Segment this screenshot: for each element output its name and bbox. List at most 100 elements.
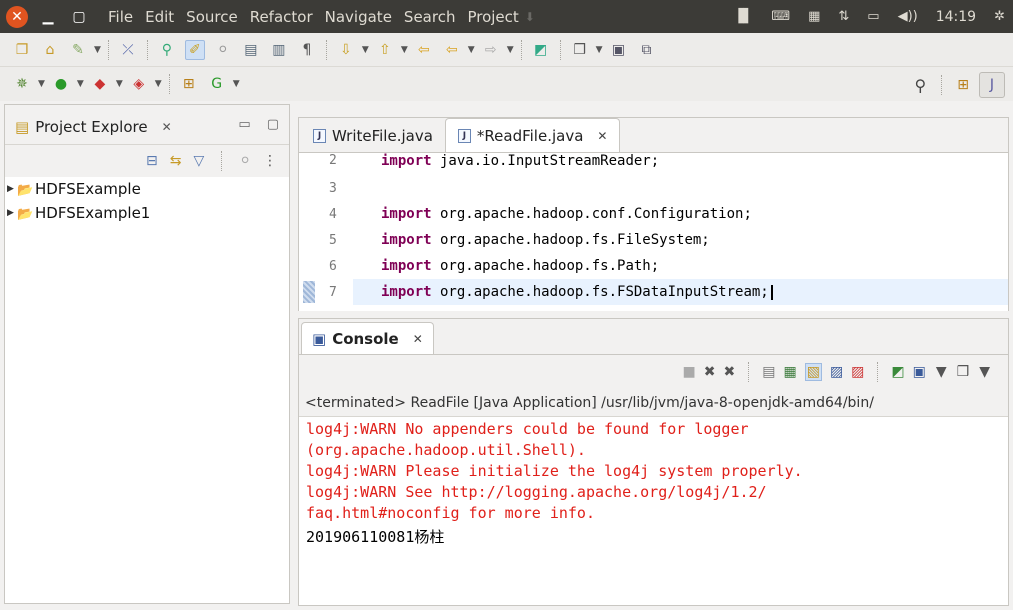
code-editor[interactable]: 2 import java.io.InputStreamReader; 3 4 … [298, 153, 1009, 311]
input-method-icon[interactable]: ⌨ [771, 9, 790, 24]
current-code-line[interactable]: 7 import org.apache.hadoop.fs.FSDataInpu… [299, 279, 1008, 305]
new-java-class-icon[interactable]: G [207, 74, 227, 94]
project-folder-icon: 📂 [17, 182, 34, 198]
menu-file[interactable]: File [108, 8, 133, 26]
new-window-icon[interactable]: ❒ [570, 40, 590, 60]
block-select-icon[interactable]: ▥ [269, 40, 289, 60]
menu-search[interactable]: Search [404, 8, 456, 26]
close-icon[interactable]: ✕ [162, 120, 172, 134]
menu-project[interactable]: Project [467, 8, 518, 26]
maximize-view-icon[interactable]: ▢ [267, 117, 279, 132]
line-number: 5 [299, 227, 353, 253]
code-line[interactable]: 4 import org.apache.hadoop.conf.Configur… [299, 201, 1008, 227]
pin-editor-icon[interactable]: ◩ [531, 40, 551, 60]
link-editor-icon[interactable]: ⇆ [170, 153, 182, 169]
debug-icon[interactable]: ✵ [12, 74, 32, 94]
search-icon[interactable]: ⚲ [915, 76, 927, 95]
code-line[interactable]: 3 [299, 175, 1008, 201]
code-line[interactable]: 6 import org.apache.hadoop.fs.Path; [299, 253, 1008, 279]
remove-launch-icon[interactable]: ✖ [704, 364, 716, 380]
collapse-all-icon[interactable]: ⊟ [146, 153, 158, 169]
pin-console-icon[interactable]: ◩ [891, 364, 904, 380]
filter-icon[interactable]: ▽ [193, 153, 204, 169]
java-perspective-icon[interactable]: J [979, 72, 1005, 98]
forward-icon[interactable]: ⇨ [481, 40, 501, 60]
view-menu-icon[interactable]: ⋮ [263, 153, 277, 169]
remove-all-launches-icon[interactable]: ✖ [724, 364, 736, 380]
keyboard-indicator-icon[interactable]: ▐▌ [733, 9, 753, 24]
code-line[interactable]: 2 import java.io.InputStreamReader; [299, 153, 1008, 175]
open-folder-icon[interactable]: ⌂ [40, 40, 60, 60]
battery-icon[interactable]: ▭ [867, 9, 879, 24]
text-caret [770, 284, 773, 300]
tab-readfile[interactable]: J *ReadFile.java ✕ [444, 118, 621, 152]
menu-edit[interactable]: Edit [145, 8, 174, 26]
next-annotation-icon[interactable]: ⇩ [336, 40, 356, 60]
show-whitespace-icon[interactable]: ▤ [241, 40, 261, 60]
project-explorer-title: Project Explore [35, 117, 148, 136]
volume-icon[interactable]: ◀)) [898, 9, 918, 24]
project-folder-icon: 📂 [17, 206, 34, 222]
code-line[interactable]: 5 import org.apache.hadoop.fs.FileSystem… [299, 227, 1008, 253]
code-text: org.apache.hadoop.fs.FileSystem; [431, 232, 710, 248]
open-perspective-icon[interactable]: ⊞ [957, 77, 969, 93]
clock[interactable]: 14:19 [936, 9, 976, 25]
console-line: log4j:WARN No appenders could be found f… [306, 420, 749, 438]
tab-writefile[interactable]: J WriteFile.java [301, 120, 445, 152]
run-icon[interactable]: ● [51, 74, 71, 94]
console-output[interactable]: log4j:WARN No appenders could be found f… [299, 417, 1008, 548]
dropdown-arrow-icon[interactable]: ▼ [94, 45, 101, 55]
menu-refactor[interactable]: Refactor [250, 8, 313, 26]
tree-item[interactable]: ▶ 📂 HDFSExample [5, 177, 289, 201]
window-close-icon[interactable]: ✕ [6, 5, 28, 28]
window-minimize-icon[interactable]: ▁ [37, 6, 59, 28]
last-edit-icon[interactable]: ⇦ [414, 40, 434, 60]
explorer-toolbar: ⊟ ⇆ ▽ ⚪ ⋮ [5, 145, 289, 177]
save-icon[interactable]: ▣ [609, 40, 629, 60]
display-console-icon[interactable]: ▣ [913, 364, 926, 380]
minimize-view-icon[interactable]: ▭ [238, 117, 250, 132]
back-icon[interactable]: ⇦ [442, 40, 462, 60]
close-icon[interactable]: ✕ [413, 332, 423, 346]
tab-console[interactable]: ▣ Console ✕ [301, 322, 434, 354]
expand-arrow-icon[interactable]: ▶ [7, 208, 17, 218]
calendar-icon[interactable]: ▦ [808, 9, 820, 24]
show-on-stdout-icon[interactable]: ▨ [830, 364, 843, 380]
expand-arrow-icon[interactable]: ▶ [7, 184, 17, 194]
eclipse-window: ✕ ▁ ▢ File Edit Source Refactor Navigate… [0, 0, 1013, 610]
settings-gear-icon[interactable]: ✲ [994, 9, 1005, 24]
run-last-icon[interactable]: ⚪ [213, 40, 233, 60]
new-project-icon[interactable]: ❐ [12, 40, 32, 60]
clear-console-icon[interactable]: ▤ [762, 364, 775, 380]
mark-occurrences-icon[interactable]: ✐ [184, 39, 205, 60]
toggle-breakpoint-icon[interactable]: ⤫ [118, 40, 138, 60]
menu-overflow-icon[interactable]: ⬇ [525, 10, 535, 24]
new-java-package-icon[interactable]: ⊞ [179, 74, 199, 94]
pilcrow-icon[interactable]: ¶ [297, 40, 317, 60]
previous-annotation-icon[interactable]: ⇧ [375, 40, 395, 60]
coverage-icon[interactable]: ◆ [90, 74, 110, 94]
line-number: 4 [299, 201, 353, 227]
code-text: org.apache.hadoop.fs.FSDataInputStream; [431, 284, 769, 300]
sync-icon[interactable]: ⚪ [239, 153, 251, 169]
network-icon[interactable]: ⇅ [838, 9, 849, 24]
editor-tab-bar: J WriteFile.java J *ReadFile.java ✕ [298, 117, 1009, 153]
show-on-stderr-icon[interactable]: ▨ [851, 364, 864, 380]
wand-icon[interactable]: ✎ [68, 40, 88, 60]
word-wrap-icon[interactable]: ▧ [804, 363, 822, 381]
scroll-lock-icon[interactable]: ▦ [783, 364, 796, 380]
tree-item[interactable]: ▶ 📂 HDFSExample1 [5, 201, 289, 225]
open-console-icon[interactable]: ❒ [957, 364, 970, 380]
window-maximize-icon[interactable]: ▢ [68, 6, 90, 28]
menu-navigate[interactable]: Navigate [325, 8, 392, 26]
tab-label: *ReadFile.java [476, 126, 584, 145]
console-line: log4j:WARN Please initialize the log4j s… [306, 462, 803, 480]
save-all-icon[interactable]: ⧉ [637, 40, 657, 60]
close-icon[interactable]: ✕ [597, 129, 607, 143]
terminate-icon[interactable]: ■ [683, 364, 696, 380]
tab-project-explorer[interactable]: ▤ Project Explore ✕ [5, 109, 182, 145]
search-task-icon[interactable]: ⚲ [157, 40, 177, 60]
external-tools-icon[interactable]: ◈ [129, 74, 149, 94]
console-line: 201906110081杨柱 [306, 528, 445, 546]
menu-source[interactable]: Source [186, 8, 238, 26]
